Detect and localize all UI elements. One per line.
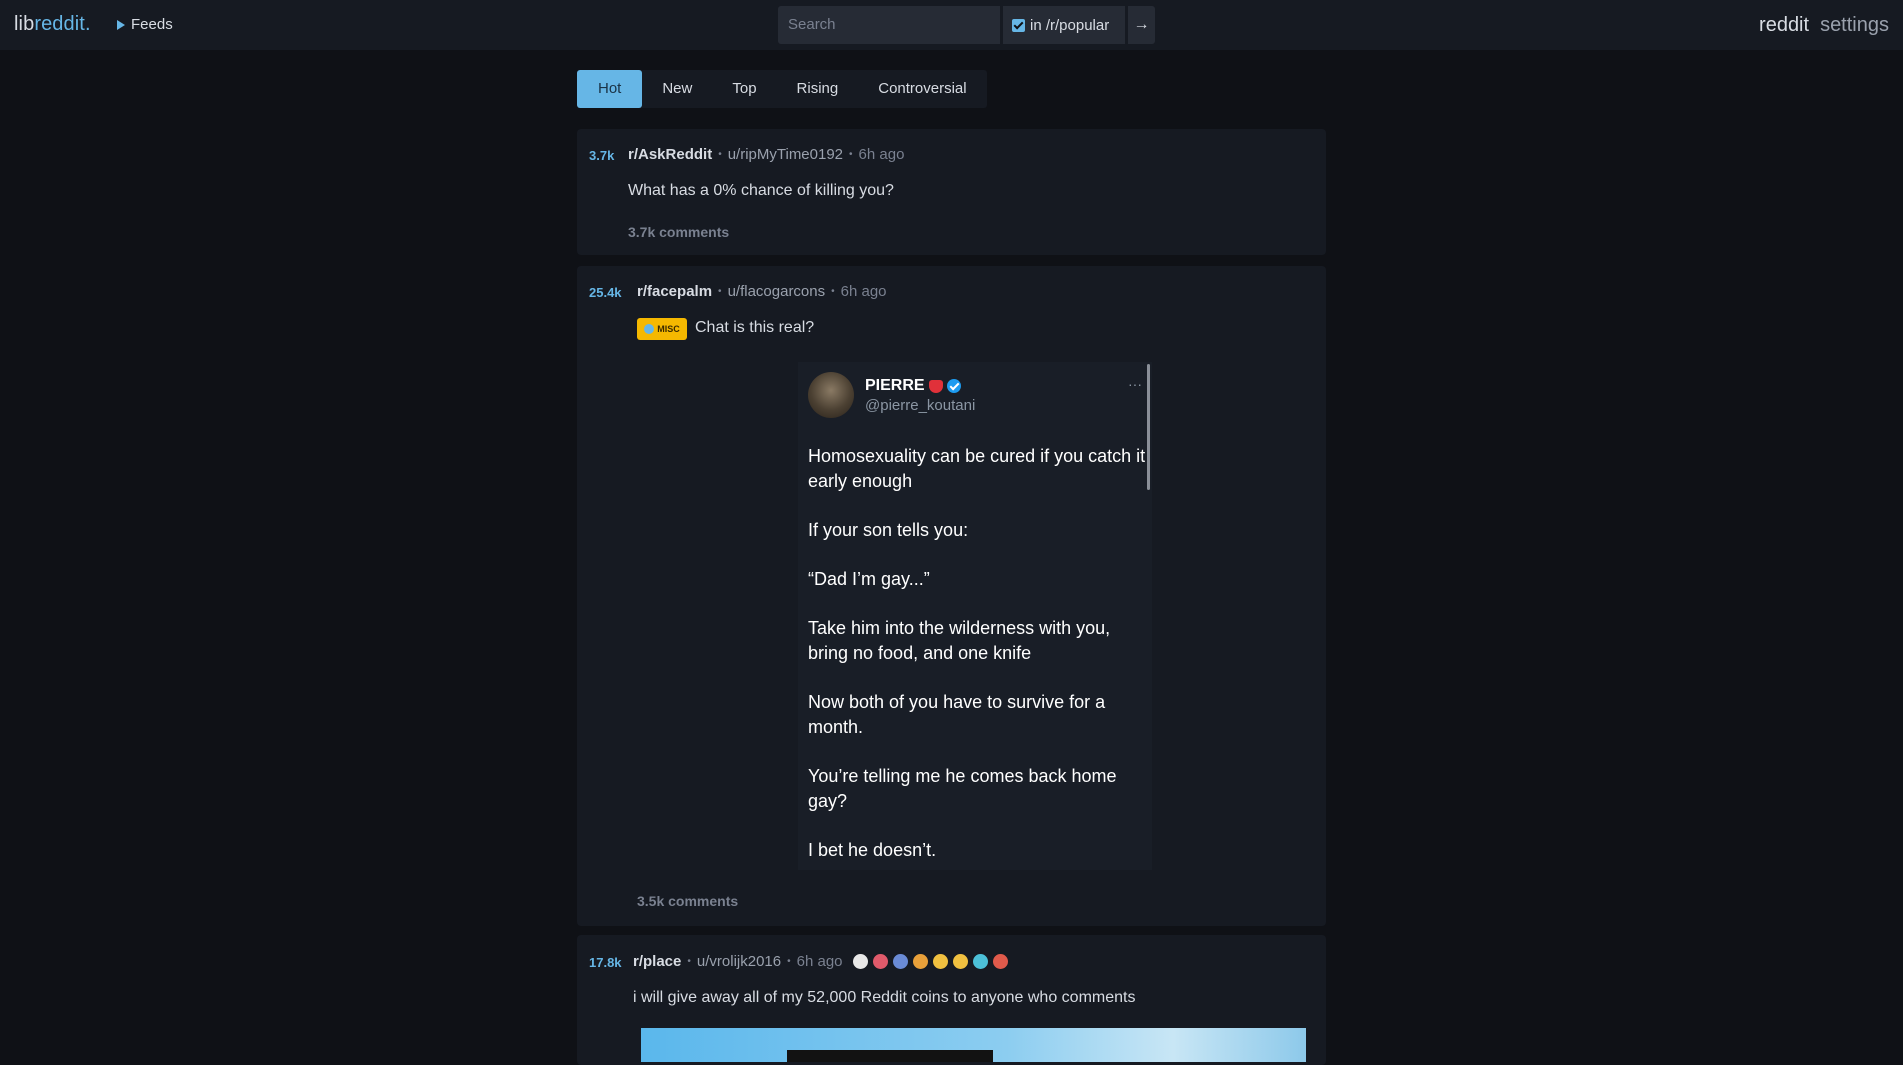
post-title[interactable]: What has a 0% chance of killing you? bbox=[628, 182, 894, 200]
award-icon bbox=[872, 954, 888, 969]
separator-dot: • bbox=[687, 956, 691, 967]
tab-hot[interactable]: Hot bbox=[577, 70, 643, 108]
user-link[interactable]: u/ripMyTime0192 bbox=[728, 146, 843, 163]
comments-link[interactable]: 3.7k comments bbox=[628, 224, 729, 240]
post-flair[interactable]: MISC bbox=[637, 318, 687, 340]
award-icon bbox=[952, 954, 968, 969]
post-score: 25.4k bbox=[589, 285, 622, 300]
post-image-tweet[interactable]: PIERRE @pierre_koutani ··· Homosexuality… bbox=[798, 362, 1152, 870]
search-scope-checkbox[interactable]: in /r/popular bbox=[1003, 6, 1125, 44]
verified-icon bbox=[946, 379, 961, 393]
top-bar: libreddit. Feeds Search in /r/popular → … bbox=[0, 0, 1903, 50]
post-title[interactable]: Chat is this real? bbox=[695, 319, 814, 337]
tweet-text-line: Homosexuality can be cured if you catch … bbox=[808, 446, 1146, 491]
logo-lib: lib bbox=[14, 13, 35, 35]
tweet-text-line: Take him into the wilderness with you, b… bbox=[808, 618, 1111, 663]
triangle-right-icon bbox=[117, 19, 125, 30]
tab-new[interactable]: New bbox=[642, 70, 712, 108]
tab-controversial[interactable]: Controversial bbox=[858, 70, 986, 108]
tweet-text-line: Now both of you have to survive for a mo… bbox=[808, 692, 1106, 737]
search-submit-button[interactable]: → bbox=[1128, 6, 1155, 44]
flair-icon bbox=[644, 324, 655, 334]
post-meta: r/AskReddit • u/ripMyTime0192 • 6h ago bbox=[628, 146, 904, 163]
post-image[interactable] bbox=[641, 1028, 1306, 1062]
subreddit-link[interactable]: r/AskReddit bbox=[628, 146, 712, 163]
separator-dot: • bbox=[718, 286, 722, 297]
checkbox-icon bbox=[1012, 18, 1025, 32]
post-score: 17.8k bbox=[589, 955, 622, 970]
award-icon bbox=[892, 954, 908, 969]
award-icon bbox=[932, 954, 948, 969]
user-award-icons bbox=[852, 954, 1008, 969]
tab-top[interactable]: Top bbox=[712, 70, 776, 108]
top-links: reddit settings bbox=[1759, 14, 1889, 37]
tweet-text-line: If your son tells you: bbox=[808, 520, 969, 540]
tweet-author-name: PIERRE bbox=[865, 377, 925, 394]
search-form: Search in /r/popular → bbox=[778, 6, 1155, 44]
more-icon: ··· bbox=[1128, 376, 1142, 392]
separator-dot: • bbox=[787, 956, 791, 967]
tweet-author: PIERRE bbox=[865, 377, 961, 395]
post-time: 6h ago bbox=[796, 953, 843, 970]
feeds-toggle[interactable]: Feeds bbox=[117, 16, 173, 33]
post-time: 6h ago bbox=[840, 283, 887, 300]
award-icon bbox=[972, 954, 988, 969]
user-link[interactable]: u/flacogarcons bbox=[728, 283, 826, 300]
search-scope-label: in /r/popular bbox=[1030, 16, 1110, 34]
logo-reddit: reddit. bbox=[34, 13, 91, 35]
award-icon bbox=[992, 954, 1008, 969]
separator-dot: • bbox=[849, 149, 853, 160]
separator-dot: • bbox=[718, 149, 722, 160]
comments-link[interactable]: 3.5k comments bbox=[637, 893, 738, 909]
tweet-text-line: “Dad I’m gay...” bbox=[808, 569, 930, 589]
flair-label: MISC bbox=[657, 324, 680, 334]
feeds-label: Feeds bbox=[131, 16, 173, 33]
post-meta: r/place • u/vrolijk2016 • 6h ago bbox=[633, 953, 1008, 970]
tweet-text-line: I bet he doesn’t. bbox=[808, 840, 937, 860]
reddit-link[interactable]: reddit bbox=[1759, 14, 1809, 37]
heart-icon bbox=[928, 379, 943, 393]
search-input[interactable]: Search bbox=[778, 6, 1000, 44]
award-icon bbox=[852, 954, 868, 969]
subreddit-link[interactable]: r/facepalm bbox=[637, 283, 712, 300]
avatar bbox=[808, 372, 854, 418]
subreddit-link[interactable]: r/place bbox=[633, 953, 681, 970]
post-title[interactable]: i will give away all of my 52,000 Reddit… bbox=[633, 989, 1135, 1007]
user-link[interactable]: u/vrolijk2016 bbox=[697, 953, 781, 970]
award-icon bbox=[912, 954, 928, 969]
tab-rising[interactable]: Rising bbox=[777, 70, 859, 108]
settings-link[interactable]: settings bbox=[1820, 14, 1889, 37]
separator-dot: • bbox=[831, 286, 835, 297]
post-time: 6h ago bbox=[858, 146, 905, 163]
image-text-banner bbox=[787, 1050, 993, 1062]
post-score: 3.7k bbox=[589, 148, 615, 163]
post-meta: r/facepalm • u/flacogarcons • 6h ago bbox=[637, 283, 887, 300]
sort-tabs: Hot New Top Rising Controversial bbox=[577, 70, 987, 108]
tweet-text-line: You’re telling me he comes back home gay… bbox=[808, 766, 1117, 811]
tweet-handle: @pierre_koutani bbox=[865, 397, 976, 414]
logo[interactable]: libreddit. bbox=[14, 13, 91, 36]
